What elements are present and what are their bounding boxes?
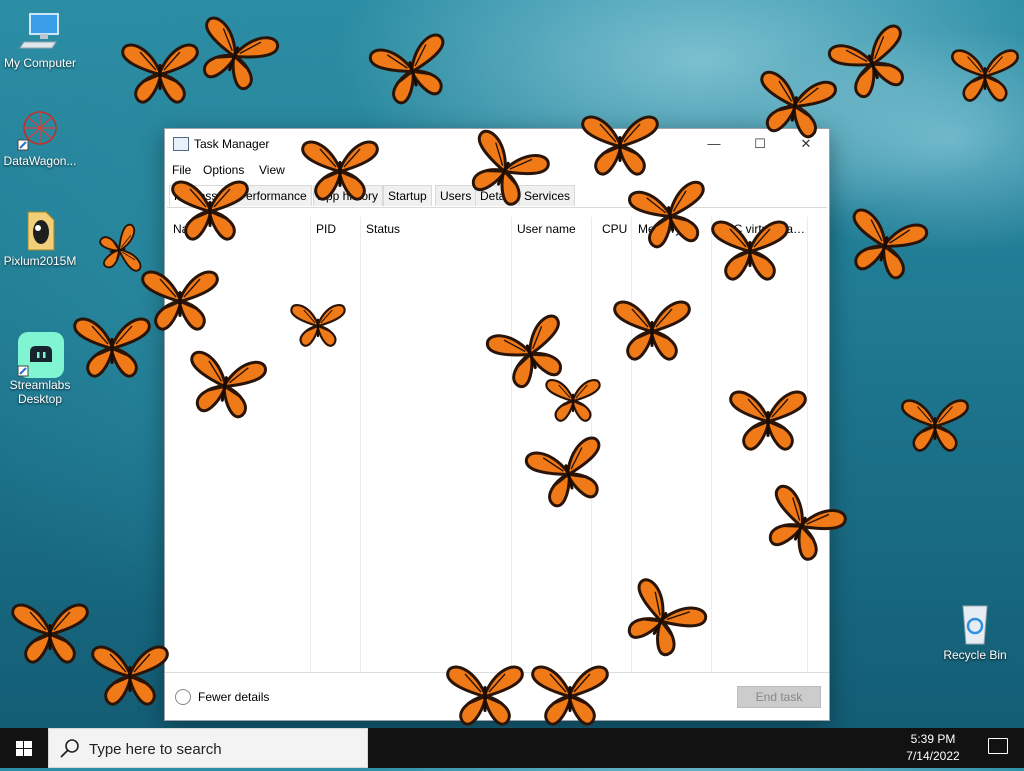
taskbar: Type here to search 5:39 PM 7/14/2022	[0, 728, 1024, 768]
butterfly	[711, 220, 789, 281]
search-icon	[60, 739, 79, 758]
butterfly	[545, 378, 601, 422]
butterfly	[581, 115, 659, 176]
fewer-details-link[interactable]: Fewer details	[198, 690, 269, 704]
butterfly	[613, 300, 691, 361]
butterfly	[626, 179, 714, 252]
column-header-cpu[interactable]: CPU	[602, 222, 627, 236]
search-placeholder: Type here to search	[89, 741, 222, 758]
desktop-icon-label: Pixlum2015M	[3, 254, 77, 268]
streamlabs-icon	[16, 318, 64, 378]
butterfly	[951, 49, 1019, 102]
desktop-icon-datawagon[interactable]: DataWagon...	[0, 108, 80, 168]
butterfly	[181, 349, 269, 422]
desktop-icon-label: My Computer	[3, 56, 77, 70]
butterfly	[91, 645, 169, 706]
desktop-icon-label: Recycle Bin	[943, 648, 1007, 662]
start-button[interactable]	[0, 728, 48, 768]
butterfly	[290, 303, 346, 347]
butterfly	[171, 180, 249, 241]
butterfly	[11, 603, 89, 664]
pixlum-icon	[16, 208, 64, 252]
butterfly	[446, 665, 524, 726]
column-header-user-name[interactable]: User name	[517, 222, 576, 236]
butterfly	[901, 399, 969, 452]
window-title: Task Manager	[194, 137, 270, 151]
butterfly	[188, 14, 282, 97]
recycle-bin-icon	[951, 602, 999, 646]
minimize-button[interactable]: —	[691, 129, 737, 159]
butterfly	[825, 22, 919, 105]
end-task-button[interactable]: End task	[737, 686, 821, 708]
desktop-icon-label: Streamlabs Desktop	[9, 378, 71, 406]
taskbar-search-box[interactable]: Type here to search	[48, 728, 368, 768]
system-clock[interactable]: 5:39 PM 7/14/2022	[898, 731, 968, 765]
column-header-status[interactable]: Status	[366, 222, 400, 236]
butterfly	[367, 31, 458, 110]
datawagon-icon	[16, 108, 64, 152]
column-divider	[310, 217, 311, 672]
menu-view[interactable]: View	[259, 163, 285, 177]
windows-logo-icon	[16, 741, 32, 756]
butterfly	[141, 270, 219, 331]
clock-time: 5:39 PM	[910, 732, 956, 746]
desktop-icon-label: DataWagon...	[3, 154, 77, 168]
computer-icon	[16, 10, 64, 54]
column-divider	[360, 217, 361, 672]
task-manager-icon	[173, 137, 189, 151]
notification-center-icon[interactable]	[988, 738, 1008, 754]
desktop-icon-streamlabs[interactable]: Streamlabs Desktop	[0, 304, 80, 420]
clock-date: 7/14/2022	[906, 749, 960, 763]
column-header-pid[interactable]: PID	[316, 222, 336, 236]
butterfly	[73, 317, 151, 378]
tab-startup[interactable]: Startup	[383, 185, 432, 206]
column-divider	[511, 217, 512, 672]
butterfly	[751, 69, 839, 142]
desktop-icon-recycle-bin[interactable]: Recycle Bin	[935, 602, 1015, 662]
column-divider	[711, 217, 712, 672]
butterfly	[729, 390, 807, 451]
butterfly	[301, 140, 379, 201]
desktop-icon-pixlum[interactable]: Pixlum2015M	[0, 208, 80, 268]
butterfly	[531, 665, 609, 726]
desktop-icon-my-computer[interactable]: My Computer	[0, 10, 80, 70]
chevron-up-icon[interactable]	[175, 689, 191, 705]
butterfly	[839, 206, 930, 285]
